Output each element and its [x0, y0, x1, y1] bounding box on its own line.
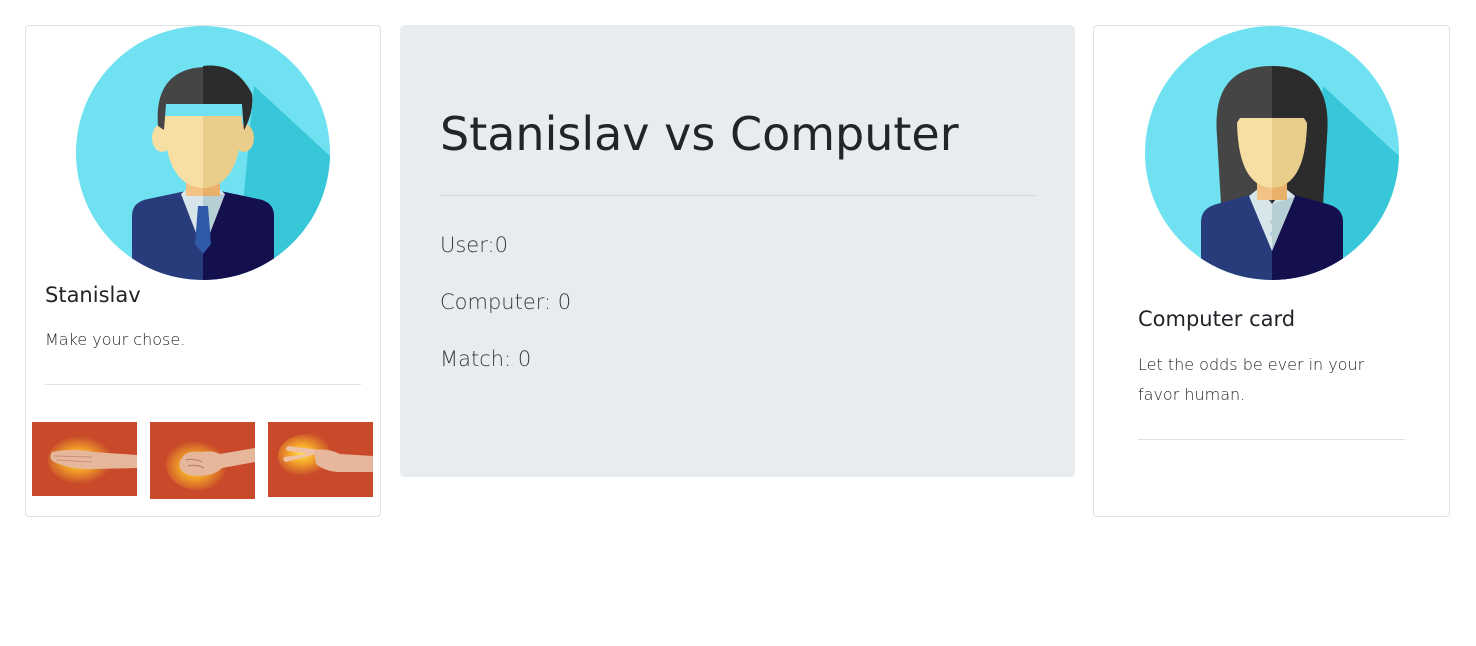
paper-choice-button[interactable] — [32, 422, 137, 496]
computer-score: Computer: 0 — [440, 290, 572, 314]
rock-choice-button[interactable] — [150, 422, 255, 499]
scissors-choice-button[interactable] — [268, 422, 373, 497]
computer-card: Computer card Let the odds be ever in yo… — [1093, 25, 1450, 517]
two-fingers-icon — [268, 422, 373, 497]
male-avatar-icon — [76, 26, 330, 280]
match-title: Stanislav vs Computer — [440, 107, 959, 161]
user-card: Stanislav Make your chose. — [25, 25, 381, 517]
computer-card-text: Let the odds be ever in your favor human… — [1138, 355, 1365, 404]
title-divider — [440, 195, 1035, 196]
fist-icon — [150, 422, 255, 499]
open-hand-icon — [32, 422, 137, 496]
match-count: Match: 0 — [440, 347, 532, 371]
computer-card-title: Computer card — [1138, 307, 1296, 331]
user-score: User:0 — [440, 233, 508, 257]
card-divider — [1138, 439, 1405, 440]
player-name: Stanislav — [45, 283, 141, 307]
scoreboard-panel: Stanislav vs Computer User:0 Computer: 0… — [400, 25, 1075, 477]
card-instruction: Make your chose. — [45, 330, 186, 349]
female-avatar-icon — [1145, 26, 1399, 280]
card-divider — [45, 384, 361, 385]
